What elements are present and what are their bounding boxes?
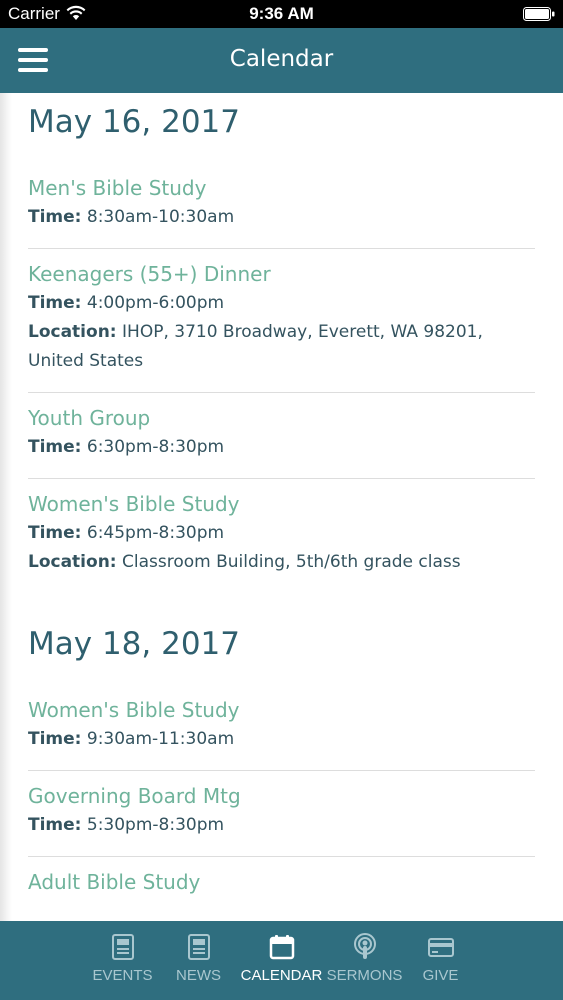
event-title[interactable]: Adult Bible Study xyxy=(28,867,535,897)
bottom-tab-bar: EVENTS NEWS CALENDAR SERMONS GIVE xyxy=(0,921,563,1000)
event-time: Time: 9:30am-11:30am xyxy=(28,729,235,749)
event-time: Time: 5:30pm-8:30pm xyxy=(28,815,225,835)
event-item[interactable]: Governing Board Mtg Time: 5:30pm-8:30pm xyxy=(28,771,535,857)
tab-give[interactable]: GIVE xyxy=(403,921,479,1000)
tab-news[interactable]: NEWS xyxy=(161,921,237,1000)
event-title[interactable]: Women's Bible Study xyxy=(28,489,535,519)
calendar-list[interactable]: May 16, 2017 Men's Bible Study Time: 8:3… xyxy=(0,93,563,921)
event-item[interactable]: Women's Bible Study Time: 6:45pm-8:30pm … xyxy=(28,479,535,593)
tab-events[interactable]: EVENTS xyxy=(85,921,161,1000)
event-location: Location: Classroom Building, 5th/6th gr… xyxy=(28,552,461,572)
event-item[interactable]: Youth Group Time: 6:30pm-8:30pm xyxy=(28,393,535,479)
event-item[interactable]: Men's Bible Study Time: 8:30am-10:30am xyxy=(28,163,535,249)
calendar-icon xyxy=(269,935,294,960)
tab-label: NEWS xyxy=(176,967,221,984)
app-header: Calendar xyxy=(0,28,563,93)
tab-calendar[interactable]: CALENDAR xyxy=(237,921,327,1000)
day-section: May 16, 2017 Men's Bible Study Time: 8:3… xyxy=(0,93,563,593)
event-title[interactable]: Women's Bible Study xyxy=(28,695,535,725)
battery-icon xyxy=(523,7,555,21)
event-time: Time: 8:30am-10:30am xyxy=(28,207,235,227)
day-section: May 18, 2017 Women's Bible Study Time: 9… xyxy=(0,593,563,913)
tab-sermons[interactable]: SERMONS xyxy=(327,921,403,1000)
event-time: Time: 6:30pm-8:30pm xyxy=(28,437,225,457)
event-title[interactable]: Governing Board Mtg xyxy=(28,781,535,811)
status-bar: Carrier 9:36 AM xyxy=(0,0,563,28)
tab-label: SERMONS xyxy=(326,967,403,984)
tab-label: CALENDAR xyxy=(240,967,323,984)
event-title[interactable]: Men's Bible Study xyxy=(28,173,535,203)
event-time: Time: 6:45pm-8:30pm xyxy=(28,523,225,543)
event-item[interactable]: Keenagers (55+) Dinner Time: 4:00pm-6:00… xyxy=(28,249,535,393)
event-item[interactable]: Women's Bible Study Time: 9:30am-11:30am xyxy=(28,685,535,771)
day-heading: May 16, 2017 xyxy=(28,104,240,140)
podcast-icon xyxy=(353,933,376,959)
event-location: Location: IHOP, 3710 Broadway, Everett, … xyxy=(28,322,483,371)
clock: 9:36 AM xyxy=(249,4,314,23)
event-item[interactable]: Adult Bible Study xyxy=(28,857,535,913)
event-title[interactable]: Youth Group xyxy=(28,403,535,433)
events-icon xyxy=(111,934,134,960)
page-title: Calendar xyxy=(229,46,334,72)
credit-card-icon xyxy=(427,938,454,957)
tab-label: EVENTS xyxy=(92,967,153,984)
event-title[interactable]: Keenagers (55+) Dinner xyxy=(28,259,535,289)
news-icon xyxy=(187,934,210,960)
day-heading: May 18, 2017 xyxy=(28,626,240,662)
tab-label: GIVE xyxy=(422,967,459,984)
event-time: Time: 4:00pm-6:00pm xyxy=(28,293,225,313)
